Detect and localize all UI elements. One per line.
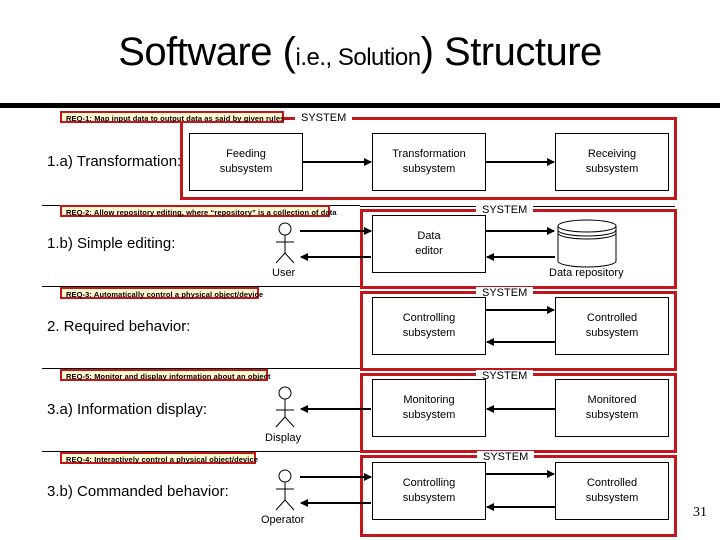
- display-actor-icon: [275, 386, 295, 428]
- operator-actor-icon: [275, 469, 295, 511]
- data-repository-icon: [557, 219, 617, 268]
- user-actor-icon: [275, 222, 295, 264]
- diagram-connectors: [275, 158, 617, 511]
